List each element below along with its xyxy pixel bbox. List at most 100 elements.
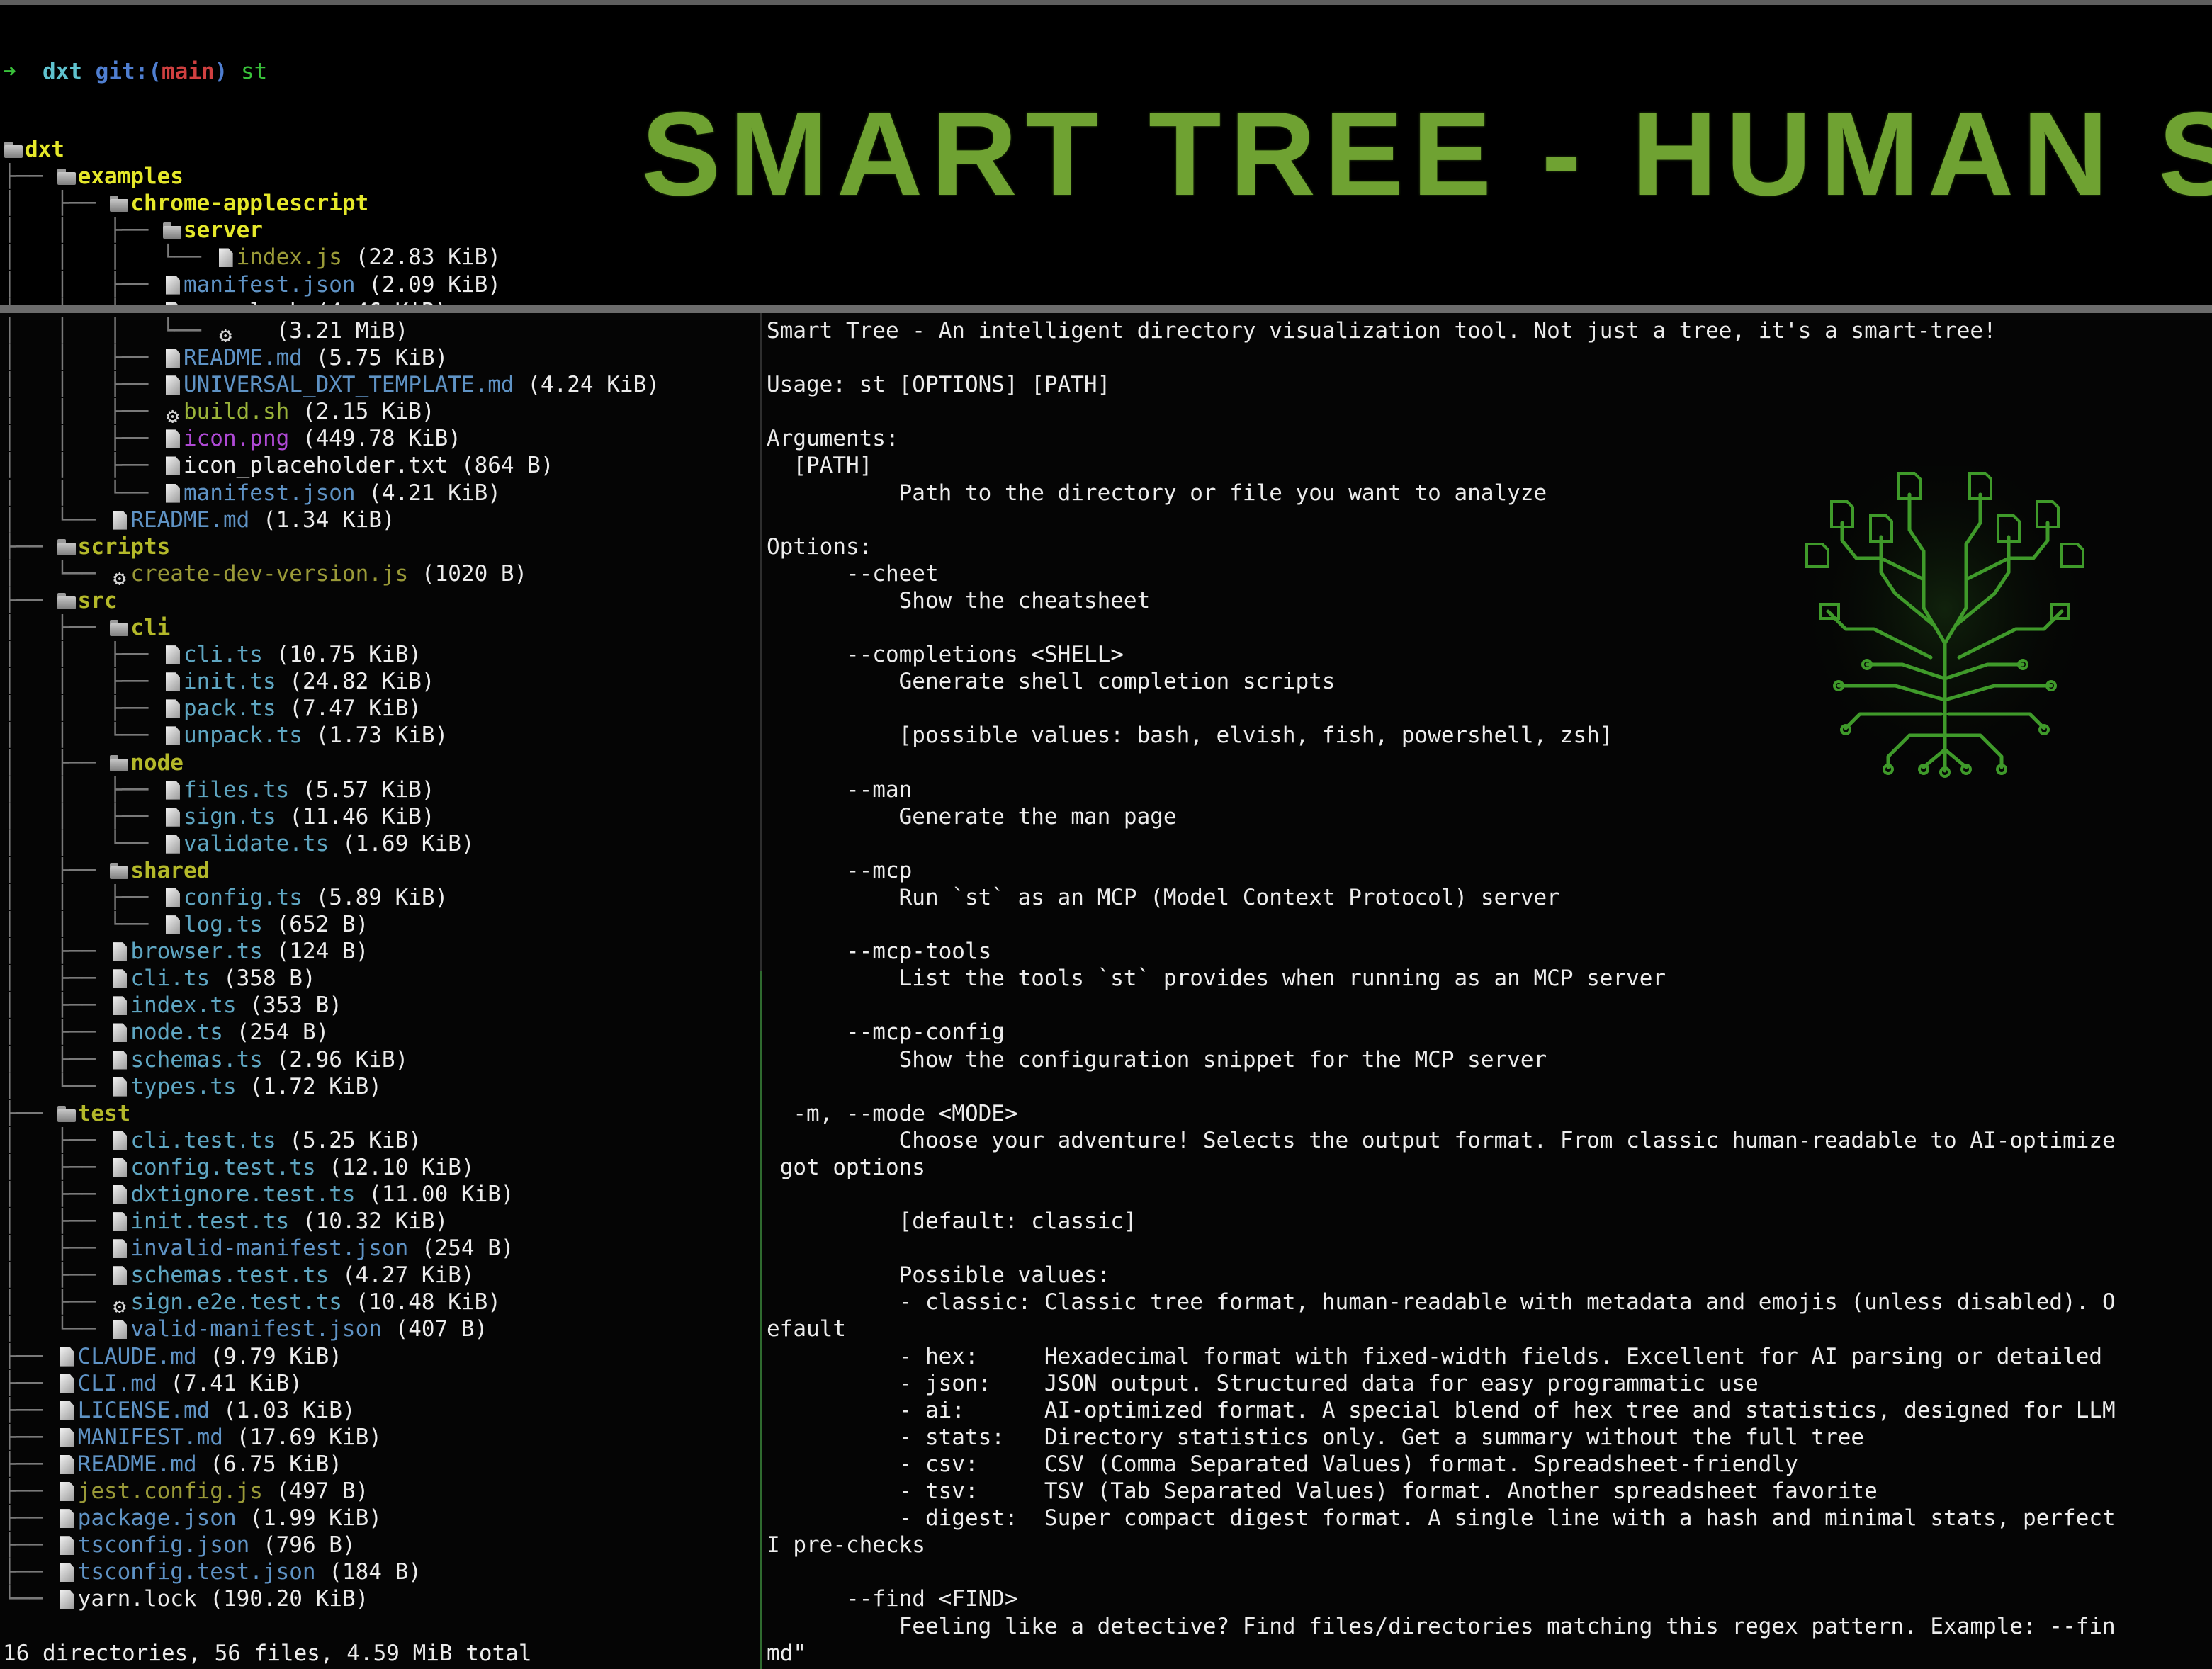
help-text-line: --mcp-config bbox=[767, 1019, 1005, 1046]
file-name: config.ts bbox=[183, 884, 303, 910]
file-icon bbox=[108, 1157, 130, 1179]
tree-row: │ ├── node bbox=[3, 749, 660, 776]
file-size: (124 B) bbox=[262, 939, 369, 965]
file-name: index.ts bbox=[130, 992, 237, 1019]
tree-output: │ │ │ └── (3.21 MiB) │ │ ├── README.md (5… bbox=[3, 317, 660, 1667]
file-size: (3.21 MiB) bbox=[236, 318, 409, 344]
file-icon bbox=[108, 1130, 130, 1152]
tree-branch: │ ├── bbox=[3, 1182, 109, 1207]
file-size: (4.24 KiB) bbox=[514, 372, 660, 398]
file-size: (254 B) bbox=[222, 1019, 329, 1046]
directory-name: chrome-applescript bbox=[130, 191, 369, 217]
tree-branch: │ │ └── bbox=[3, 299, 162, 305]
file-icon bbox=[108, 995, 130, 1017]
file-icon bbox=[56, 1454, 78, 1476]
file-icon bbox=[162, 482, 184, 504]
file-size: (5.25 KiB) bbox=[276, 1127, 422, 1153]
folder-icon bbox=[56, 590, 78, 612]
tree-branch: │ ├── bbox=[3, 966, 109, 992]
file-icon bbox=[162, 374, 184, 396]
file-size: (358 B) bbox=[210, 966, 316, 992]
top-terminal-pane[interactable]: ➜ dxt git:(main) st dxt ├── examples │ ├──… bbox=[0, 0, 2212, 305]
file-name: sign.ts bbox=[183, 803, 276, 830]
tree-row: │ │ └── manifest.json (4.21 KiB) bbox=[3, 480, 660, 507]
file-icon bbox=[108, 941, 130, 963]
file-size: (10.48 KiB) bbox=[342, 1289, 501, 1316]
help-text-line: Usage: st [OPTIONS] [PATH] bbox=[767, 372, 1111, 398]
file-name: tsconfig.json bbox=[77, 1532, 250, 1558]
file-size: (9.79 KiB) bbox=[196, 1343, 342, 1369]
left-terminal-pane[interactable]: │ │ │ └── (3.21 MiB) │ │ ├── README.md (5… bbox=[0, 313, 760, 1669]
help-text-line: Possible values: bbox=[767, 1262, 1111, 1289]
tree-row: │ ├── index.ts (353 B) bbox=[3, 992, 660, 1019]
file-name: files.ts bbox=[183, 776, 290, 803]
tree-branch: │ │ ├── bbox=[3, 642, 162, 668]
gear-icon bbox=[108, 567, 130, 589]
tree-row: │ ├── chrome-applescript bbox=[3, 190, 501, 217]
help-text-line: - classic: Classic tree format, human-re… bbox=[767, 1289, 2116, 1316]
file-size: (7.41 KiB) bbox=[157, 1370, 303, 1396]
tree-row: │ └── README.md (1.34 KiB) bbox=[3, 507, 660, 533]
tree-branch: │ │ ├── bbox=[3, 426, 162, 452]
file-size: (449.78 KiB) bbox=[289, 426, 461, 452]
file-icon bbox=[108, 509, 130, 531]
right-terminal-pane[interactable]: Smart Tree - An intelligent directory vi… bbox=[764, 313, 2212, 1669]
file-name: unpack.ts bbox=[183, 723, 303, 749]
tree-row: │ │ ├── pack.ts (7.47 KiB) bbox=[3, 695, 660, 722]
file-size: (7.47 KiB) bbox=[276, 696, 422, 722]
file-name: CLI.md bbox=[77, 1370, 157, 1396]
tree-row: │ ├── init.test.ts (10.32 KiB) bbox=[3, 1208, 660, 1235]
tree-branch: │ ├── bbox=[3, 939, 109, 965]
file-name: README.md bbox=[130, 507, 250, 533]
tree-branch: │ ├── bbox=[3, 1127, 109, 1153]
file-icon bbox=[162, 833, 184, 855]
horizontal-pane-divider[interactable] bbox=[0, 305, 2212, 313]
tree-row: │ ├── schemas.ts (2.96 KiB) bbox=[3, 1046, 660, 1073]
file-icon bbox=[56, 1561, 78, 1583]
file-icon bbox=[56, 1400, 78, 1422]
folder-icon bbox=[108, 860, 130, 882]
file-size: (1.72 KiB) bbox=[236, 1073, 382, 1099]
tree-branch: │ └── bbox=[3, 1073, 109, 1099]
file-name: browser.ts bbox=[130, 939, 263, 965]
tree-branch: ├── bbox=[3, 587, 56, 613]
circuit-tree-logo-icon bbox=[1803, 466, 2087, 785]
tree-row: │ │ ├── UNIVERSAL_DXT_TEMPLATE.md (4.24 … bbox=[3, 371, 660, 398]
tree-branch: ├── bbox=[3, 1343, 56, 1369]
help-text-line bbox=[767, 830, 2116, 857]
file-name: build.sh bbox=[183, 399, 290, 425]
shell-prompt: ➜ dxt git:(main) st bbox=[3, 58, 501, 85]
file-name: invalid-manifest.json bbox=[130, 1235, 409, 1262]
file-size: (1.69 KiB) bbox=[329, 830, 475, 856]
tree-branch: │ │ │ └── bbox=[3, 318, 215, 344]
tree-row: ├── README.md (6.75 KiB) bbox=[3, 1451, 660, 1478]
file-size: (2.15 KiB) bbox=[289, 399, 435, 425]
file-size: (4.27 KiB) bbox=[329, 1262, 475, 1289]
tree-row: │ │ │ └── index.js (22.83 KiB) bbox=[3, 244, 501, 271]
help-text-line: -m, --mode <MODE> bbox=[767, 1100, 1018, 1126]
prompt-branch: main bbox=[162, 59, 215, 84]
tree-branch: ├── bbox=[3, 1370, 56, 1396]
tree-branch: │ │ ├── bbox=[3, 696, 162, 722]
help-text-line: - hex: Hexadecimal format with fixed-wid… bbox=[767, 1343, 2103, 1369]
file-size: (796 B) bbox=[249, 1532, 356, 1558]
help-text-line bbox=[767, 344, 2116, 371]
tree-branch: │ │ ├── bbox=[3, 372, 162, 398]
file-icon bbox=[108, 1022, 130, 1043]
tree-row: ├── examples bbox=[3, 163, 501, 190]
folder-icon bbox=[56, 166, 78, 188]
file-name: node.ts bbox=[130, 1019, 223, 1046]
smart-tree-banner: SMART TREE - HUMAN SIDE bbox=[641, 87, 2212, 220]
tree-branch: ├── bbox=[3, 1424, 56, 1450]
tree-row: │ │ ├── manifest.json (2.09 KiB) bbox=[3, 271, 501, 298]
file-size: (6.75 KiB) bbox=[196, 1451, 342, 1477]
help-text-line bbox=[767, 1073, 2116, 1100]
tree-row: │ │ ├── cli.ts (10.75 KiB) bbox=[3, 641, 660, 668]
tree-row: ├── scripts bbox=[3, 533, 660, 560]
file-name: tsconfig.test.json bbox=[77, 1559, 316, 1585]
file-size: (190.20 KiB) bbox=[196, 1586, 369, 1612]
file-name: create-dev-version.js bbox=[130, 560, 409, 587]
tree-row: │ ├── config.test.ts (12.10 KiB) bbox=[3, 1154, 660, 1181]
prompt-arrow-icon: ➜ bbox=[3, 59, 16, 84]
directory-name: dxt bbox=[25, 137, 64, 163]
